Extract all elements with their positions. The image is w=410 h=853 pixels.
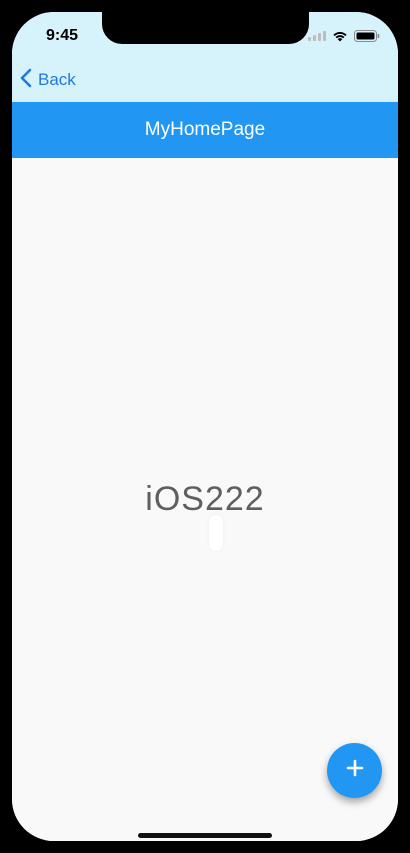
page-title: MyHomePage	[144, 119, 266, 140]
chevron-left-icon	[20, 68, 32, 93]
ios-navigation-header: 9:45 Back	[12, 12, 398, 102]
main-content: iOS222	[12, 158, 398, 841]
center-text: iOS222	[145, 480, 265, 518]
cellular-signal-icon	[308, 31, 326, 41]
back-button[interactable]: Back	[20, 66, 76, 94]
wifi-icon	[332, 30, 348, 42]
notch	[102, 12, 309, 44]
status-icons	[308, 30, 380, 42]
device-frame: 9:45 Back MyHomePage iOS222	[0, 0, 410, 853]
touch-indicator	[209, 515, 223, 551]
home-indicator[interactable]	[138, 833, 272, 838]
app-bar: MyHomePage	[12, 102, 398, 158]
back-label: Back	[38, 70, 76, 89]
status-time: 9:45	[46, 27, 79, 44]
phone-screen: 9:45 Back MyHomePage iOS222	[12, 12, 398, 841]
plus-icon	[345, 758, 365, 783]
add-fab-button[interactable]	[327, 743, 382, 798]
battery-icon	[354, 30, 380, 42]
